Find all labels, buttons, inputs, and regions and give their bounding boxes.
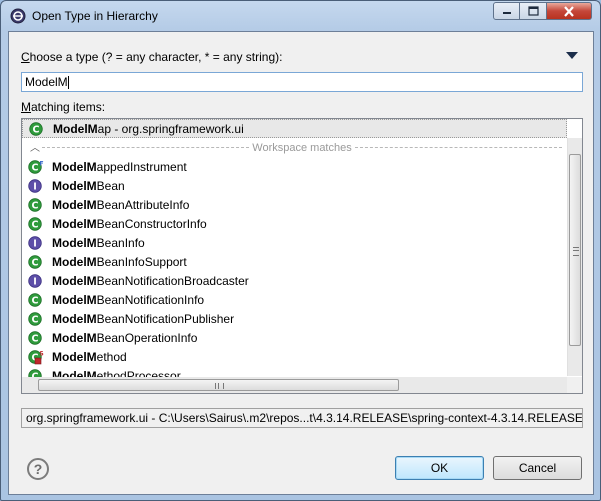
chevron-up-icon: ︿	[30, 143, 40, 154]
list-item[interactable]: C ModelMBeanOperationInfo	[22, 328, 567, 347]
view-menu-icon[interactable]	[566, 52, 578, 59]
class-icon: C	[28, 311, 42, 326]
interface-icon: I	[28, 235, 42, 250]
svg-text:C: C	[32, 333, 39, 344]
list-item-label: ModelMBeanInfoSupport	[52, 254, 187, 269]
class-icon: C	[28, 254, 42, 269]
svg-text:S: S	[39, 350, 43, 357]
svg-text:C: C	[32, 257, 39, 268]
svg-text:C: C	[32, 162, 39, 173]
list-item-label: ModelMBeanInfo	[52, 235, 145, 250]
list-item[interactable]: I ModelMBeanInfo	[22, 233, 567, 252]
svg-text:F: F	[40, 160, 44, 167]
close-button[interactable]	[547, 2, 592, 20]
class-icon: C	[28, 197, 42, 212]
status-path: org.springframework.ui - C:\Users\Sairus…	[21, 408, 583, 428]
matching-label-rest: atching items:	[31, 100, 106, 114]
history-item-label: ModelMap - org.springframework.ui	[53, 122, 244, 136]
list-item-label: ModelMBeanConstructorInfo	[52, 216, 207, 231]
horizontal-scrollbar[interactable]	[22, 377, 567, 393]
svg-text:I: I	[33, 238, 37, 249]
minimize-button[interactable]	[493, 2, 520, 20]
class-final-icon: CF	[28, 159, 44, 174]
list-item[interactable]: C ModelMBeanConstructorInfo	[22, 214, 567, 233]
svg-text:C: C	[32, 314, 39, 325]
help-icon[interactable]: ?	[27, 458, 49, 480]
matching-label-mnemonic: M	[21, 100, 31, 114]
list-item[interactable]: C ModelMBeanNotificationPublisher	[22, 309, 567, 328]
list-item-label: ModelMBeanOperationInfo	[52, 330, 198, 345]
svg-text:C: C	[32, 295, 39, 306]
list-item-label: ModelMethod	[52, 349, 127, 364]
eclipse-icon	[10, 8, 26, 24]
type-filter-input[interactable]: ModelM	[21, 72, 583, 92]
ok-button[interactable]: OK	[395, 456, 484, 480]
list-item[interactable]: I ModelMBean	[22, 176, 567, 195]
horizontal-scroll-thumb[interactable]	[38, 379, 399, 391]
list-item-label: ModelMBeanAttributeInfo	[52, 197, 190, 212]
svg-text:I: I	[33, 181, 37, 192]
list-item[interactable]: C F ModelMappedInstrument	[22, 157, 567, 176]
maximize-button[interactable]	[520, 2, 547, 20]
svg-text:C: C	[32, 200, 39, 211]
scrollbar-corner	[567, 377, 582, 393]
interface-icon: I	[28, 178, 42, 193]
caption-buttons	[493, 2, 592, 20]
vertical-scrollbar[interactable]	[567, 138, 582, 376]
class-icon: C	[28, 216, 42, 231]
class-icon: C	[29, 121, 43, 136]
dialog-window: Open Type in Hierarchy Choose a type (? …	[0, 0, 601, 501]
separator-label: Workspace matches	[252, 141, 352, 154]
choose-type-label: Choose a type (? = any character, * = an…	[21, 50, 282, 64]
class-static-icon: CS	[28, 349, 44, 364]
list-item[interactable]: C ModelMBeanInfoSupport	[22, 252, 567, 271]
svg-text:C: C	[32, 219, 39, 230]
list-item[interactable]: C ModelMBeanAttributeInfo	[22, 195, 567, 214]
list-item-label: ModelMBeanNotificationPublisher	[52, 311, 235, 326]
matching-items-list[interactable]: C ModelMap - org.springframework.ui ︿ Wo…	[21, 118, 583, 394]
dialog-body: Choose a type (? = any character, * = an…	[8, 31, 594, 495]
minimize-icon	[502, 12, 511, 14]
list-item-label: ModelMBean	[52, 178, 125, 193]
svg-text:C: C	[33, 124, 40, 135]
choose-label-rest: hoose a type (? = any character, * = any…	[29, 50, 283, 64]
title-bar[interactable]: Open Type in Hierarchy	[1, 1, 600, 31]
workspace-matches-separator: Workspace matches	[42, 138, 563, 157]
history-item-rest: ap - org.springframework.ui	[97, 121, 244, 136]
svg-text:I: I	[33, 276, 37, 287]
class-icon: C	[28, 330, 42, 345]
class-icon: C	[28, 292, 42, 307]
maximize-icon	[527, 6, 539, 16]
cancel-button[interactable]: Cancel	[493, 456, 582, 480]
list-item[interactable]: C ModelMBeanNotificationInfo	[22, 290, 567, 309]
list-item-label: ModelMappedInstrument	[52, 159, 187, 174]
list-item[interactable]: CS ModelMethod	[22, 347, 567, 366]
type-filter-value: ModelM	[25, 75, 68, 89]
list-item-label: ModelMBeanNotificationBroadcaster	[52, 273, 249, 288]
history-item[interactable]: C ModelMap - org.springframework.ui	[22, 119, 567, 138]
history-item-match: ModelM	[53, 121, 98, 136]
text-caret	[67, 76, 69, 90]
list-item-label: ModelMBeanNotificationInfo	[52, 292, 205, 307]
vertical-scroll-thumb[interactable]	[569, 154, 581, 346]
close-icon	[564, 5, 574, 17]
window-title: Open Type in Hierarchy	[32, 9, 158, 23]
matching-items-label: Matching items:	[21, 100, 105, 114]
choose-label-mnemonic: C	[21, 50, 30, 64]
list-item[interactable]: I ModelMBeanNotificationBroadcaster	[22, 271, 567, 290]
interface-icon: I	[28, 273, 42, 288]
